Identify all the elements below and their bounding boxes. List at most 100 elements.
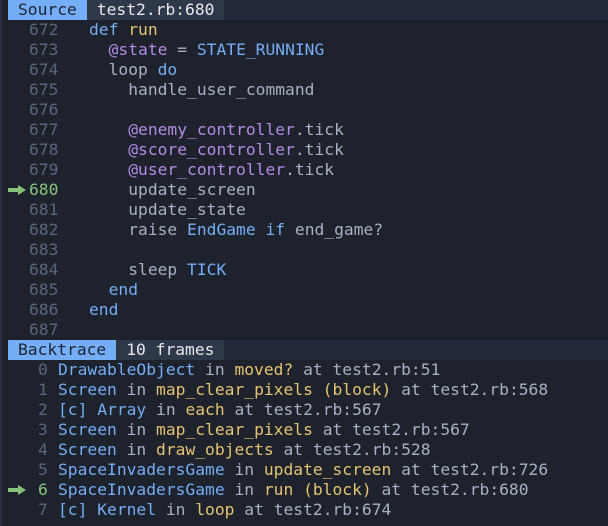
token-plain: update_state [128,200,246,219]
frame-method: update_screen [263,460,392,479]
gutter[interactable] [2,300,29,320]
frame-method: moved? [234,360,294,379]
gutter[interactable] [2,80,29,100]
frame-location: test2.rb:726 [430,460,549,479]
gutter[interactable] [2,60,29,80]
frame-method: map_clear_pixels (block) [156,380,392,399]
token-fn: run [128,20,158,39]
frame-location: test2.rb:674 [273,500,392,519]
gutter[interactable] [2,200,29,220]
backtrace-title: Backtrace [8,340,117,360]
frame-class: SpaceInvadersGame [58,460,225,479]
gutter [2,400,38,420]
line-number[interactable]: 678 [29,140,59,160]
frame-method: loop [195,500,235,519]
gutter[interactable] [2,40,29,60]
line-number[interactable]: 679 [29,160,59,180]
token-const: STATE_RUNNING [196,40,325,59]
token-plain: handle_user_command [128,80,315,99]
backtrace-frame[interactable]: 4 Screen in draw_objects at test2.rb:528 [2,440,608,460]
frame-method: draw_objects [156,440,274,459]
backtrace-frame[interactable]: 3 Screen in map_clear_pixels at test2.rb:… [2,420,608,440]
gutter[interactable] [2,120,29,140]
frame-index: 4 [38,440,48,459]
token-kw: end [108,280,139,299]
code-line[interactable]: 681 update_state [2,200,608,220]
backtrace-frame[interactable]: 5 SpaceInvadersGame in update_screen at t… [2,460,608,480]
line-number[interactable]: 687 [29,320,59,340]
code-line[interactable]: 673 @state = STATE_RUNNING [2,40,608,60]
token-plain: raise [128,220,188,239]
source-header: Source test2.rb:680 [8,0,608,20]
frame-index: 3 [38,420,48,439]
code-line[interactable]: 678 @score_controller.tick [2,140,608,160]
gutter[interactable] [2,140,29,160]
code-line[interactable]: 677 @enemy_controller.tick [2,120,608,140]
token-ivar: @user_controller [128,160,286,179]
frame-class: DrawableObject [58,360,196,379]
code-line[interactable]: 675 handle_user_command [2,80,608,100]
gutter[interactable] [2,320,29,340]
gutter[interactable] [2,240,29,260]
code-text: def run [59,20,158,40]
gutter[interactable] [2,100,29,120]
token-kw: end [89,300,119,319]
code-line[interactable]: 686 end [2,300,608,320]
source-location: test2.rb:680 [86,0,225,20]
code-line[interactable]: 682 raise EndGame if end_game? [2,220,608,240]
line-number[interactable]: 685 [29,280,59,300]
token-kw: if [265,220,286,239]
frame-location: test2.rb:680 [410,480,529,499]
line-number[interactable]: 686 [29,300,59,320]
code-line[interactable]: 676 [2,100,608,120]
line-number[interactable]: 672 [29,20,59,40]
gutter[interactable] [2,20,29,40]
gutter [2,500,38,520]
code-line[interactable]: 687 [2,320,608,340]
source-code-view[interactable]: 672 def run 673 @state = STATE_RUNNING 674 … [2,20,608,340]
gutter[interactable] [2,180,29,200]
token-ivar: @score_controller [128,140,295,159]
line-number[interactable]: 674 [29,60,59,80]
token-ivar: @state [108,40,168,59]
code-text: end [59,280,138,300]
line-number[interactable]: 673 [29,40,59,60]
line-number[interactable]: 684 [29,260,59,280]
gutter[interactable] [2,220,29,240]
frame-index: 1 [38,380,48,399]
frame-class: Screen [58,420,117,439]
frame-location: test2.rb:567 [352,420,470,439]
frame-index: 0 [38,360,48,379]
code-line[interactable]: 672 def run [2,20,608,40]
backtrace-frame[interactable]: 1 Screen in map_clear_pixels (block) at t… [2,380,608,400]
backtrace-frame[interactable]: 7 [c] Kernel in loop at test2.rb:674 [2,500,608,520]
gutter[interactable] [2,280,29,300]
line-number[interactable]: 677 [29,120,59,140]
line-number[interactable]: 675 [29,80,59,100]
code-line[interactable]: 679 @user_controller.tick [2,160,608,180]
at-label: at [371,480,411,499]
backtrace-frame[interactable]: 2 [c] Array in each at test2.rb:567 [2,400,608,420]
line-number[interactable]: 682 [29,220,59,240]
code-line[interactable]: 683 [2,240,608,260]
at-label: at [224,400,264,419]
code-line[interactable]: 684 sleep TICK [2,260,608,280]
frame-index: 5 [38,460,48,479]
line-number[interactable]: 681 [29,200,59,220]
code-line[interactable]: 674 loop do [2,60,608,80]
code-line-current[interactable]: 680 update_screen [2,180,608,200]
line-number[interactable]: 676 [29,100,59,120]
gutter[interactable] [2,260,29,280]
token-kw: def [89,20,119,39]
gutter[interactable] [2,160,29,180]
code-line[interactable]: 685 end [2,280,608,300]
backtrace-frame-current[interactable]: 6 SpaceInvadersGame in run (block) at tes… [2,480,608,500]
backtrace-frame[interactable]: 0 DrawableObject in moved? at test2.rb:51 [2,360,608,380]
code-text: update_screen [59,180,255,200]
line-number[interactable]: 680 [29,180,59,200]
code-text: handle_user_command [59,80,314,100]
line-number[interactable]: 683 [29,240,59,260]
at-label: at [234,500,274,519]
